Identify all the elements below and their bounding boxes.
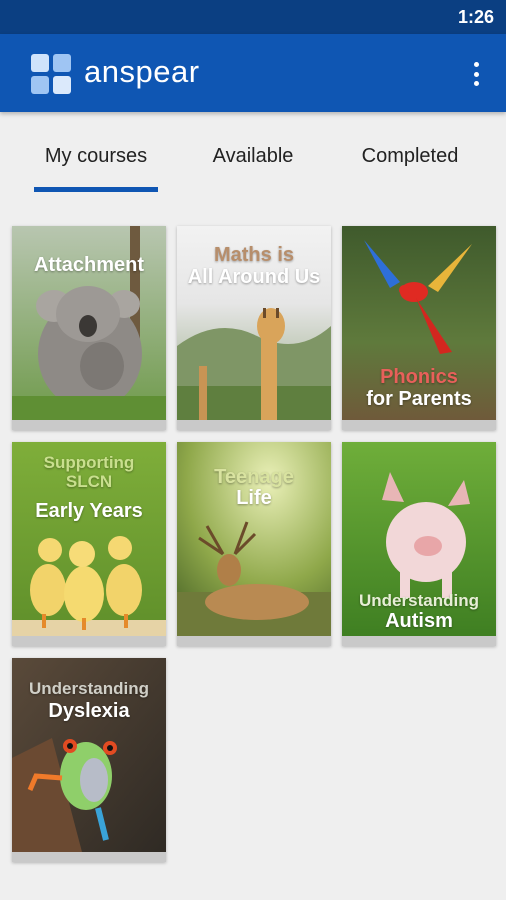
card-footer — [12, 636, 166, 646]
course-card-attachment[interactable]: Attachment — [12, 226, 166, 430]
course-card-autism[interactable]: Understanding Autism — [342, 442, 496, 646]
course-title-line1: Understanding — [359, 591, 479, 610]
card-footer — [342, 636, 496, 646]
course-title-line2: All Around Us — [187, 266, 321, 288]
course-title-line2: for Parents — [366, 388, 472, 410]
card-footer — [12, 852, 166, 862]
course-title-line2: Autism — [385, 610, 453, 632]
course-card-teenage-life[interactable]: Teenage Life — [177, 442, 331, 646]
course-card-slcn[interactable]: Supporting SLCN Early Years — [12, 442, 166, 646]
course-card-maths[interactable]: Maths is All Around Us — [177, 226, 331, 430]
course-title: Attachment — [33, 254, 144, 276]
card-footer — [12, 420, 166, 430]
card-footer — [342, 420, 496, 430]
course-title-line1: Phonics — [380, 366, 458, 388]
card-footer — [177, 420, 331, 430]
course-title-line1: Maths is — [213, 244, 295, 266]
course-title-line1: Teenage — [214, 466, 294, 488]
course-card-dyslexia[interactable]: Understanding Dyslexia — [12, 658, 166, 862]
course-title-line2: SLCN — [65, 472, 113, 491]
course-title-line1: Understanding — [29, 679, 149, 698]
course-title-line3: Early Years — [35, 500, 143, 522]
course-grid: Attachment Maths is All Around Us Phonic… — [0, 0, 506, 900]
course-title-line1: Supporting — [43, 453, 135, 472]
course-card-phonics[interactable]: Phonics for Parents — [342, 226, 496, 430]
card-footer — [177, 636, 331, 646]
course-title-line2: Life — [236, 487, 272, 509]
course-title-line2: Dyslexia — [48, 700, 130, 722]
